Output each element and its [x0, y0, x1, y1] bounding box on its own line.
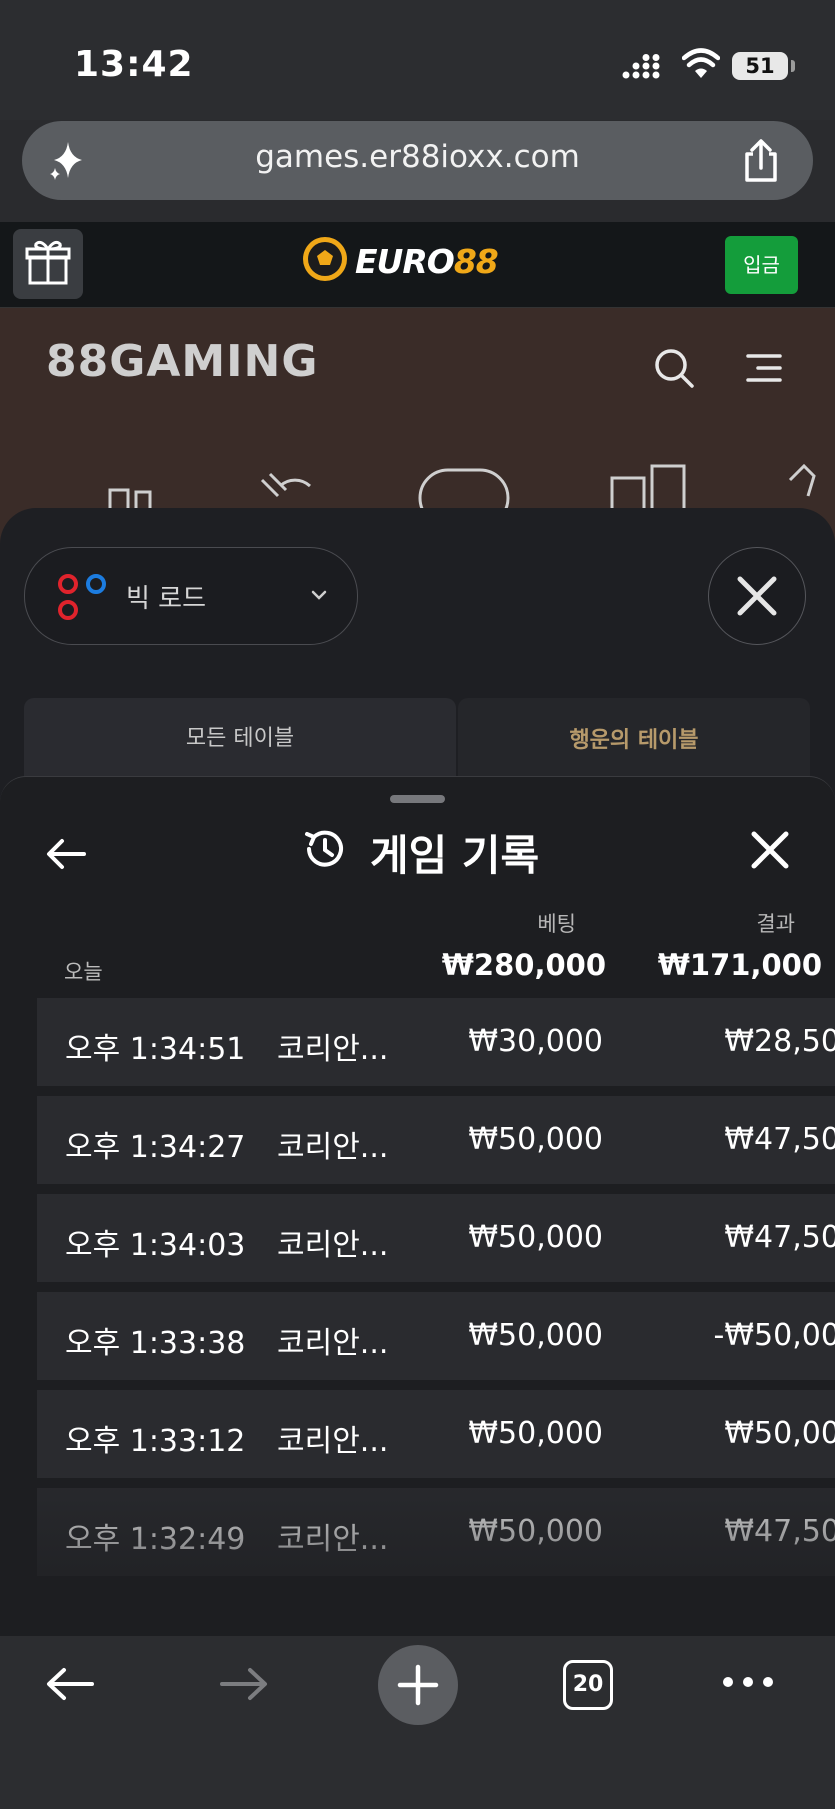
url-text[interactable]: games.er88ioxx.com [0, 139, 835, 175]
gift-button[interactable] [13, 229, 83, 299]
history-row[interactable]: 오후 1:33:12 코리안... ₩50,000 ₩50,000 [37, 1390, 835, 1478]
search-icon[interactable] [652, 346, 696, 390]
history-row[interactable]: 오후 1:34:27 코리안... ₩50,000 ₩47,500 [37, 1096, 835, 1184]
row-time: 오후 1:34:27 [65, 1130, 246, 1165]
tab-switcher-button[interactable]: 20 [563, 1660, 613, 1710]
chevron-down-icon [311, 590, 327, 600]
row-result: ₩47,500 [724, 1220, 835, 1255]
lobby-close-button[interactable] [708, 547, 806, 645]
battery-nub [791, 60, 795, 72]
column-header-result: 결과 [756, 912, 795, 936]
history-row[interactable]: 오후 1:34:03 코리안... ₩50,000 ₩47,500 [37, 1194, 835, 1282]
battery-indicator: 51 [732, 52, 788, 80]
sparkle-icon[interactable] [46, 138, 90, 182]
new-tab-button[interactable] [378, 1645, 458, 1725]
status-time: 13:42 [74, 44, 194, 85]
back-arrow-icon[interactable] [44, 832, 88, 876]
row-result: ₩47,500 [724, 1514, 835, 1549]
logo-text-88: 88 [453, 242, 499, 281]
menu-icon[interactable] [744, 352, 784, 384]
browser-back-icon[interactable] [44, 1662, 96, 1706]
history-icon [305, 830, 343, 867]
tab-lucky-tables-label: 행운의 테이블 [569, 728, 699, 753]
row-result: ₩47,500 [724, 1122, 835, 1157]
wifi-icon [682, 48, 720, 78]
row-time: 오후 1:32:49 [65, 1522, 246, 1557]
row-bet: ₩50,000 [468, 1220, 603, 1255]
row-bet: ₩50,000 [468, 1122, 603, 1157]
history-row[interactable]: 오후 1:33:38 코리안... ₩50,000 -₩50,000 [37, 1292, 835, 1380]
column-header-bet: 베팅 [537, 912, 576, 936]
row-time: 오후 1:34:03 [65, 1228, 246, 1263]
more-options-icon[interactable] [720, 1668, 776, 1696]
drag-handle[interactable] [390, 795, 445, 803]
share-icon[interactable] [740, 138, 782, 184]
history-row[interactable]: 오후 1:34:51 코리안... ₩30,000 ₩28,500 [37, 998, 835, 1086]
row-time: 오후 1:33:38 [65, 1326, 246, 1361]
close-icon[interactable] [750, 830, 790, 870]
day-label: 오늘 [64, 960, 103, 984]
total-result: ₩171,000 [657, 948, 822, 982]
soccer-ball-icon [303, 237, 347, 281]
row-bet: ₩50,000 [468, 1416, 603, 1451]
row-bet: ₩50,000 [468, 1514, 603, 1549]
history-row[interactable]: 오후 1:32:49 코리안... ₩50,000 ₩47,500 [37, 1488, 835, 1576]
road-logo-icon [58, 574, 106, 620]
cellular-signal-icon [622, 54, 660, 79]
row-time: 오후 1:34:51 [65, 1032, 246, 1067]
history-title: 게임 기록 [370, 831, 540, 880]
row-result: ₩28,500 [724, 1024, 835, 1059]
row-result: -₩50,000 [713, 1318, 835, 1353]
browser-forward-icon[interactable] [218, 1662, 270, 1706]
gaming-logo: 88GAMING [46, 336, 319, 387]
close-icon [737, 576, 777, 616]
site-logo[interactable]: EURO88 [355, 242, 499, 281]
gift-icon [25, 240, 71, 285]
tab-all-tables-label: 모든 테이블 [185, 726, 295, 751]
row-bet: ₩30,000 [468, 1024, 603, 1059]
row-result: ₩50,000 [724, 1416, 835, 1451]
deposit-button[interactable]: 입금 [725, 236, 798, 294]
logo-text-euro: EURO [355, 242, 455, 281]
row-time: 오후 1:33:12 [65, 1424, 246, 1459]
row-bet: ₩50,000 [468, 1318, 603, 1353]
total-bet: ₩280,000 [441, 948, 606, 982]
plus-icon [397, 1664, 439, 1706]
road-select-label: 빅 로드 [126, 584, 207, 614]
